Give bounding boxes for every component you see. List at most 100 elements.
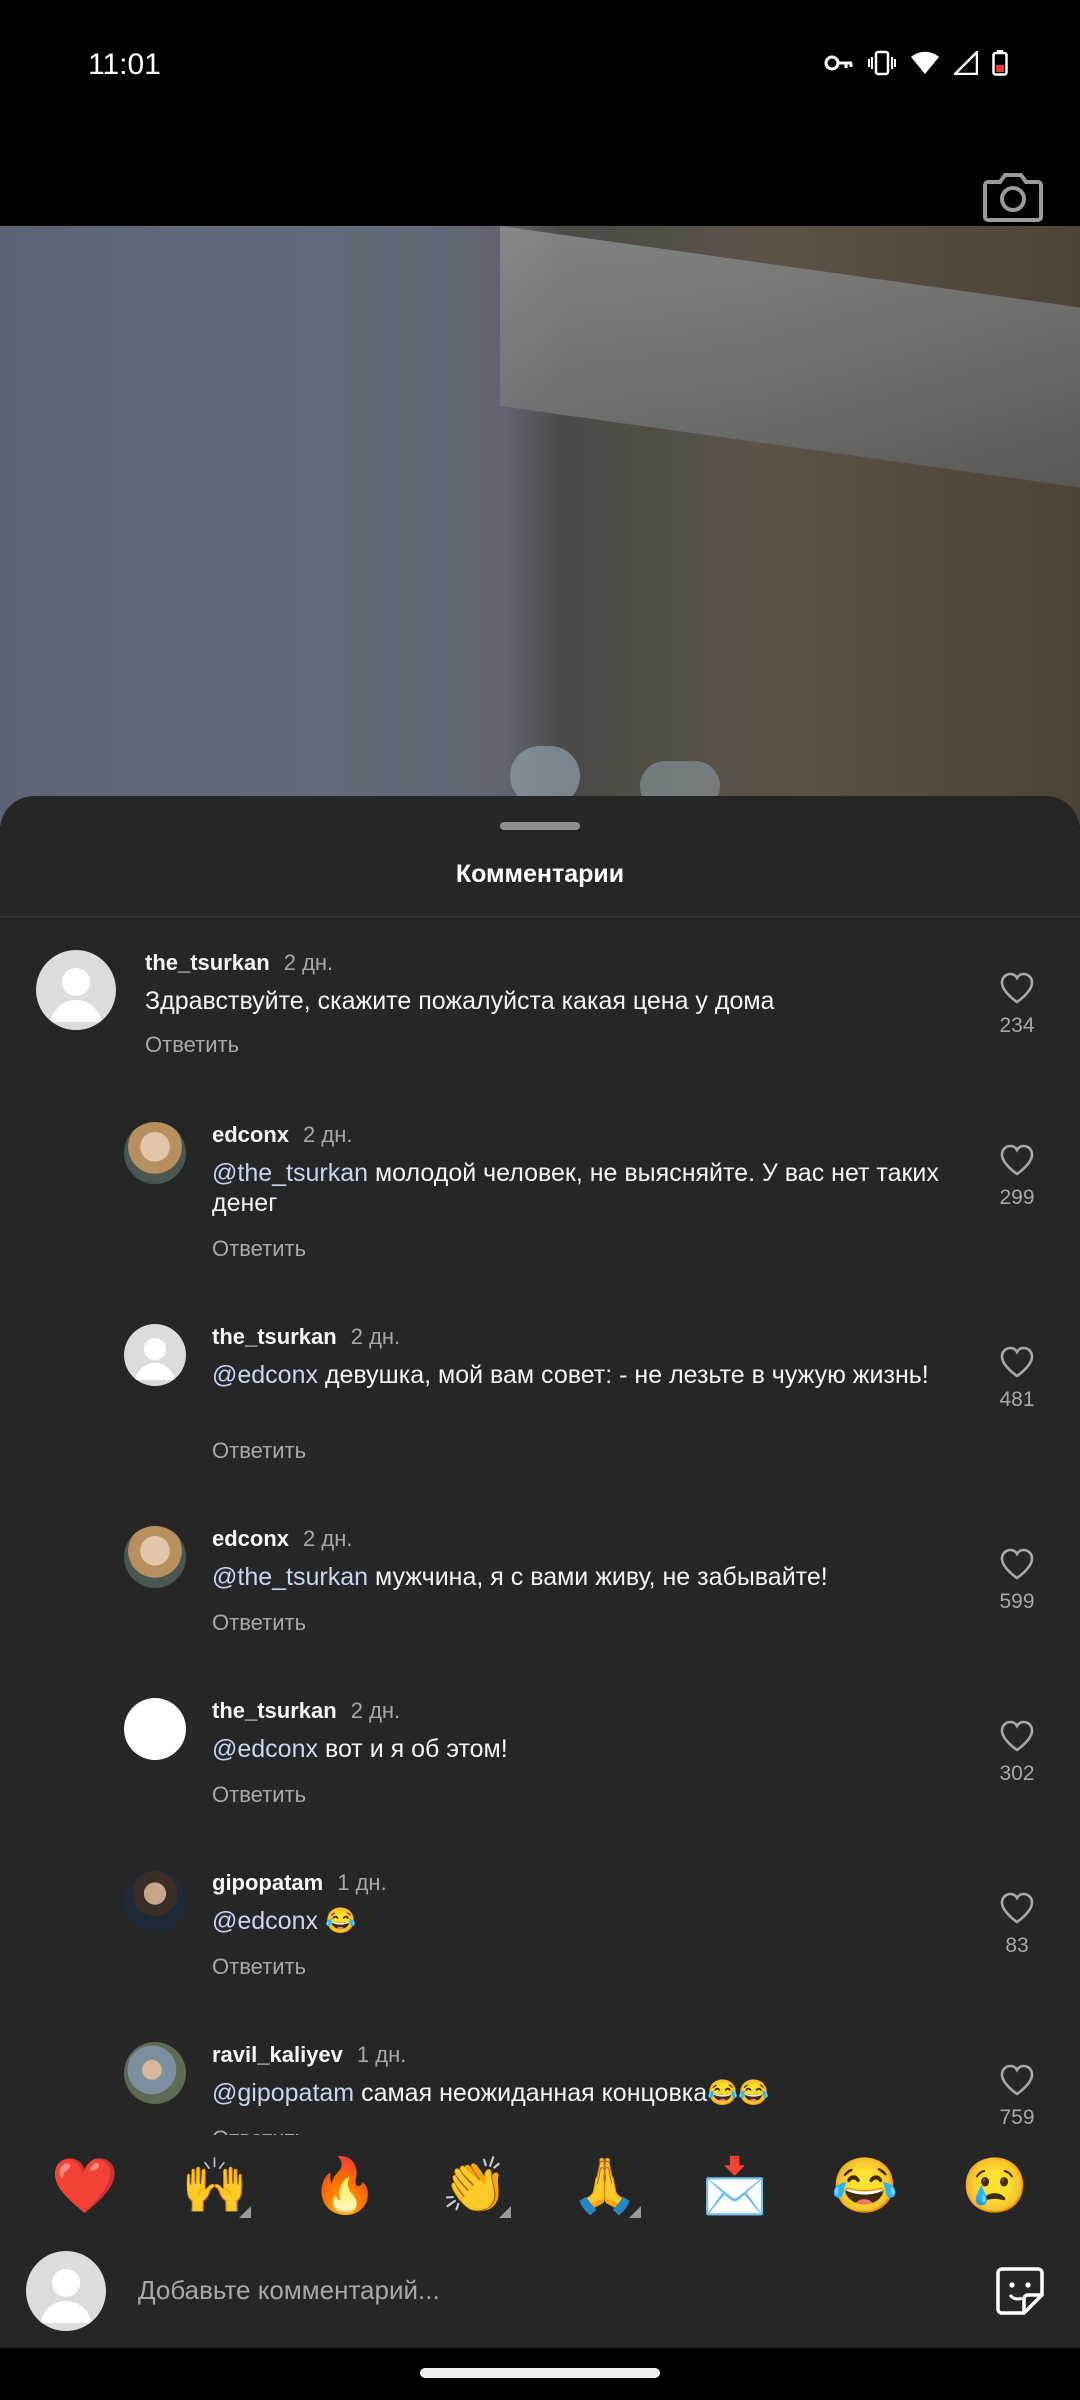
comment-time: 1 дн. [337,1870,387,1895]
comment-username[interactable]: the_tsurkan [212,1324,337,1349]
emoji-tears-of-joy[interactable]: 😂 [825,2155,905,2218]
comment-header: edconx 2 дн. [212,1526,352,1552]
reply-button[interactable]: Ответить [212,1438,306,1464]
comment-item: ravil_kaliyev 1 дн. @gipopatam самая неож… [0,2042,1080,2135]
comment-username[interactable]: the_tsurkan [212,1698,337,1723]
comments-list[interactable]: the_tsurkan 2 дн. Здравствуйте, скажите п… [0,917,1080,2135]
emoji-reaction-bar: ❤️ 🙌 🔥 👏 🙏 📩 😂 😢 [0,2135,1080,2237]
avatar[interactable] [124,2042,186,2104]
avatar[interactable] [124,1122,186,1184]
like-button[interactable]: 299 [982,1144,1052,1210]
video-preview[interactable] [0,226,1080,826]
comment-time: 2 дн. [350,1698,401,1723]
emoji-pray[interactable]: 🙏 [565,2155,645,2218]
comment-mention[interactable]: @edconx [212,1907,318,1935]
vibrate-icon [868,50,896,76]
comment-username[interactable]: the_tsurkan [145,950,270,975]
camera-icon[interactable] [982,168,1044,224]
like-count: 302 [999,1762,1035,1785]
navigation-bar [0,2348,1080,2400]
comment-mention[interactable]: @the_tsurkan [212,1159,368,1187]
reply-button[interactable]: Ответить [212,1236,306,1262]
avatar[interactable] [124,1324,186,1386]
video-ceiling-shape [500,226,1080,488]
comment-item: the_tsurkan 2 дн. @edconx вот и я об этом… [0,1698,1080,1808]
comment-header: ravil_kaliyev 1 дн. [212,2042,406,2068]
drag-handle[interactable] [500,822,580,830]
comment-mention[interactable]: @edconx [212,1735,318,1763]
avatar[interactable] [124,1698,186,1760]
like-button[interactable]: 599 [982,1548,1052,1614]
reply-button[interactable]: Ответить [212,2126,306,2135]
emoji-fire[interactable]: 🔥 [305,2155,385,2218]
like-count: 599 [999,1590,1035,1613]
avatar[interactable] [124,1870,186,1932]
comment-text: Здравствуйте, скажите пожалуйста какая ц… [145,986,905,1016]
comment-header: the_tsurkan 2 дн. [145,950,333,976]
comment-header: edconx 2 дн. [212,1122,352,1148]
sheet-title: Комментарии [455,860,625,888]
comment-username[interactable]: edconx [212,1526,289,1551]
comment-username[interactable]: edconx [212,1122,289,1147]
emoji-variants-indicator [239,2205,251,2218]
comment-text: @gipopatam самая неожиданная концовка😂😂 [212,2078,972,2108]
heart-outline-icon [1000,1144,1034,1176]
like-button[interactable]: 83 [982,1892,1052,1958]
comment-header: the_tsurkan 2 дн. [212,1698,400,1724]
comment-time: 2 дн. [303,1526,353,1551]
comment-body: 😂 [318,1907,357,1935]
signal-icon [954,51,978,75]
comment-username[interactable]: ravil_kaliyev [212,2042,343,2067]
comment-username[interactable]: gipopatam [212,1870,323,1895]
heart-outline-icon [1000,1892,1034,1924]
comment-mention[interactable]: @edconx [212,1361,318,1389]
emoji-clap[interactable]: 👏 [435,2155,515,2218]
status-icons [824,50,1008,76]
heart-outline-icon [1000,1346,1034,1378]
comment-text: @edconx 😂 [212,1906,972,1936]
status-time: 11:01 [88,48,161,81]
avatar[interactable] [36,950,116,1030]
comment-item: edconx 2 дн. @the_tsurkan молодой человек… [0,1122,1080,1262]
reply-button[interactable]: Ответить [212,1610,306,1636]
comment-text: @the_tsurkan молодой человек, не выясняй… [212,1158,972,1218]
comment-item: the_tsurkan 2 дн. @edconx девушка, мой ва… [0,1324,1080,1464]
heart-outline-icon [1000,1548,1034,1580]
heart-outline-icon [1000,972,1034,1004]
comment-mention[interactable]: @gipopatam [212,2079,354,2107]
like-button[interactable]: 302 [982,1720,1052,1786]
heart-outline-icon [1000,2064,1034,2096]
emoji-envelope[interactable]: 📩 [695,2155,775,2218]
like-count: 299 [999,1186,1035,1209]
comment-header: the_tsurkan 2 дн. [212,1324,400,1350]
emoji-variants-indicator [629,2205,641,2218]
emoji-crying[interactable]: 😢 [955,2155,1035,2218]
comment-input[interactable]: Добавьте комментарий... [138,2275,440,2306]
avatar[interactable] [124,1526,186,1588]
comment-header: gipopatam 1 дн. [212,1870,387,1896]
comment-item: gipopatam 1 дн. @edconx 😂 Ответить 83 [0,1870,1080,1980]
comment-item: edconx 2 дн. @the_tsurkan мужчина, я с ва… [0,1526,1080,1636]
comments-sheet: Комментарии the_tsurkan 2 дн. Здравствуйт… [0,796,1080,2400]
sticker-icon[interactable] [994,2265,1046,2317]
emoji-raised-hands[interactable]: 🙌 [175,2155,255,2218]
like-button[interactable]: 759 [982,2064,1052,2130]
reply-button[interactable]: Ответить [212,1954,306,1980]
comment-mention[interactable]: @the_tsurkan [212,1563,368,1591]
reply-button[interactable]: Ответить [145,1032,239,1058]
reply-button[interactable]: Ответить [212,1782,306,1808]
comment-body: Здравствуйте, скажите пожалуйста какая ц… [145,987,775,1015]
comment-input-row: Добавьте комментарий... [0,2237,1080,2345]
like-button[interactable]: 234 [982,972,1052,1038]
battery-icon [992,50,1008,76]
comment-item: the_tsurkan 2 дн. Здравствуйте, скажите п… [0,950,1080,1070]
comment-body: вот и я об этом! [318,1735,508,1763]
like-count: 481 [999,1388,1035,1411]
key-icon [824,55,853,71]
emoji-heart[interactable]: ❤️ [45,2155,125,2218]
wifi-icon [911,51,939,74]
home-gesture-bar[interactable] [420,2368,660,2378]
comment-time: 2 дн. [350,1324,401,1349]
like-count: 234 [999,1014,1035,1037]
like-button[interactable]: 481 [982,1346,1052,1412]
